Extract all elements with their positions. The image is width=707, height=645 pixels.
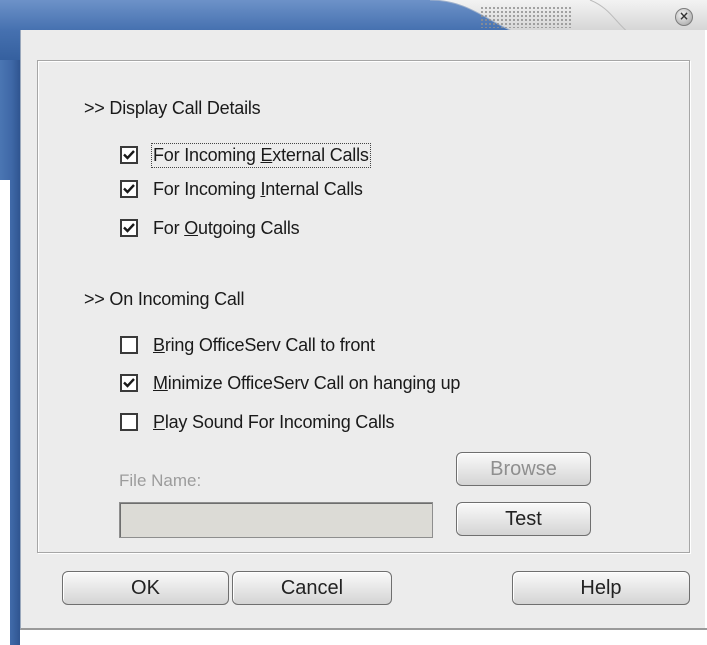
incoming-external-calls-option[interactable]: For Incoming External Calls bbox=[120, 142, 371, 168]
window-left-border bbox=[0, 30, 20, 645]
dialog-window: × >> Display Call Details For Incoming E… bbox=[0, 0, 707, 645]
checkmark-icon bbox=[122, 221, 136, 235]
test-button[interactable]: Test bbox=[456, 502, 591, 536]
checkmark-icon bbox=[122, 376, 136, 390]
file-name-label: File Name: bbox=[119, 471, 202, 490]
bring-to-front-option[interactable]: Bring OfficeServ Call to front bbox=[120, 334, 375, 356]
ok-button[interactable]: OK bbox=[62, 571, 229, 605]
minimize-on-hangup-option[interactable]: Minimize OfficeServ Call on hanging up bbox=[120, 372, 460, 394]
file-name-field[interactable] bbox=[119, 502, 433, 538]
cancel-button[interactable]: Cancel bbox=[232, 571, 392, 605]
bring-to-front-label: Bring OfficeServ Call to front bbox=[153, 334, 375, 355]
incoming-external-calls-checkbox[interactable] bbox=[120, 146, 138, 164]
close-button[interactable]: × bbox=[675, 8, 693, 26]
display-call-details-header: >> Display Call Details bbox=[84, 98, 261, 118]
play-sound-label: Play Sound For Incoming Calls bbox=[153, 411, 395, 432]
outgoing-calls-option[interactable]: For Outgoing Calls bbox=[120, 217, 300, 239]
title-grip bbox=[480, 6, 572, 28]
play-sound-option[interactable]: Play Sound For Incoming Calls bbox=[120, 411, 395, 433]
incoming-internal-calls-option[interactable]: For Incoming Internal Calls bbox=[120, 178, 363, 200]
minimize-on-hangup-checkbox[interactable] bbox=[120, 374, 138, 392]
close-icon: × bbox=[678, 9, 690, 23]
on-incoming-call-header: >> On Incoming Call bbox=[84, 289, 245, 309]
incoming-internal-calls-checkbox[interactable] bbox=[120, 180, 138, 198]
browse-button[interactable]: Browse bbox=[456, 452, 591, 486]
incoming-external-calls-label: For Incoming External Calls bbox=[151, 142, 371, 168]
play-sound-checkbox[interactable] bbox=[120, 413, 138, 431]
bring-to-front-checkbox[interactable] bbox=[120, 336, 138, 354]
minimize-on-hangup-label: Minimize OfficeServ Call on hanging up bbox=[153, 372, 461, 393]
help-button[interactable]: Help bbox=[512, 571, 690, 605]
checkmark-icon bbox=[122, 182, 136, 196]
checkmark-icon bbox=[122, 148, 136, 162]
outgoing-calls-label: For Outgoing Calls bbox=[153, 217, 300, 238]
incoming-internal-calls-label: For Incoming Internal Calls bbox=[153, 178, 363, 199]
outgoing-calls-checkbox[interactable] bbox=[120, 219, 138, 237]
